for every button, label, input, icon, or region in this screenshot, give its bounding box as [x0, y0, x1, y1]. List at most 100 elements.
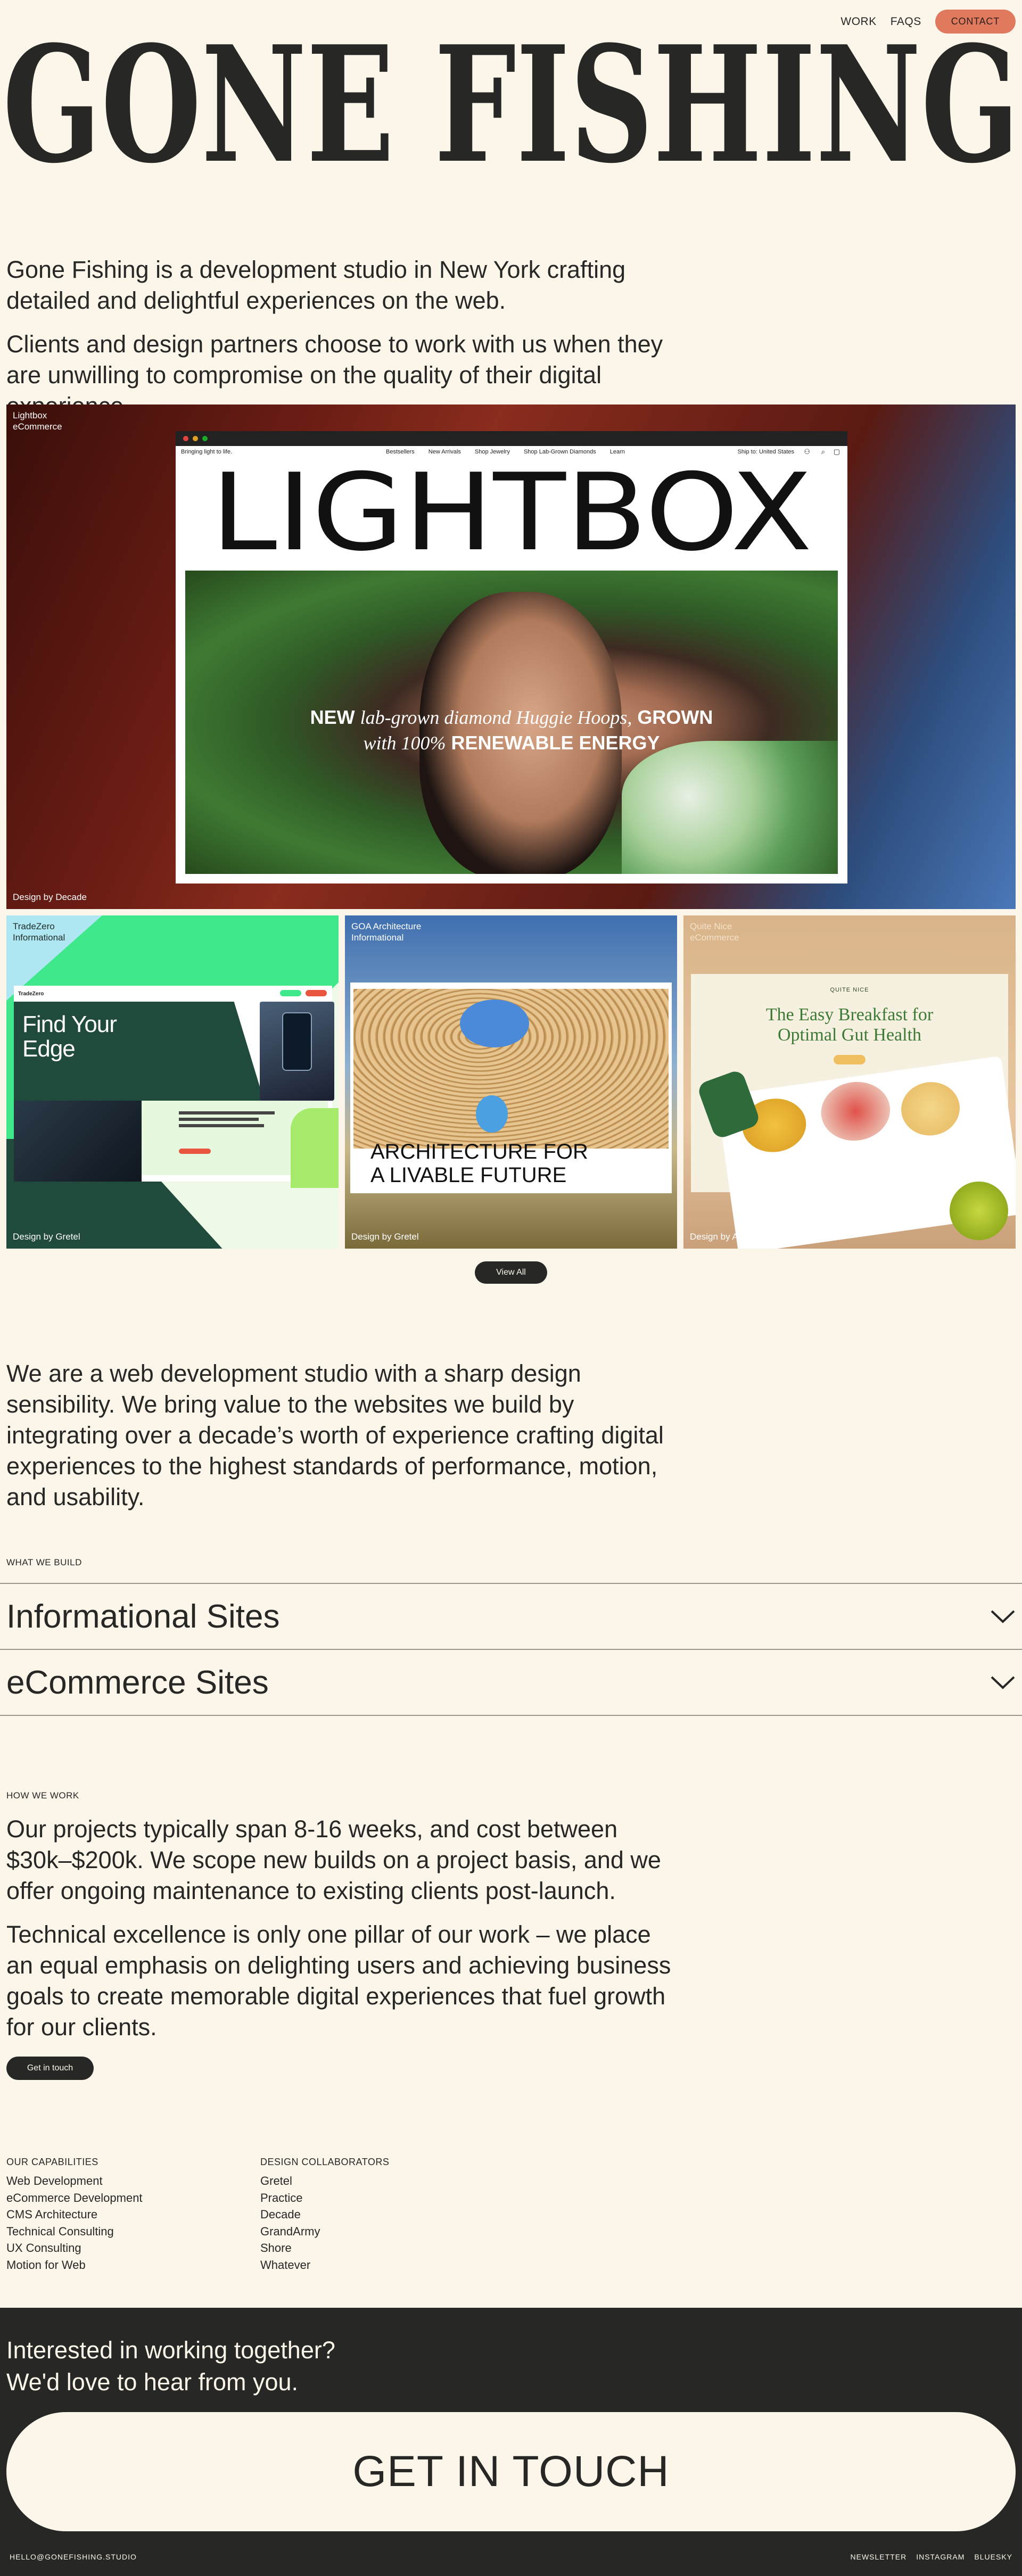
footer: Interested in working together? We'd lov… [0, 2308, 1022, 2576]
project-card-tradezero[interactable]: TradeZero Informational TradeZero Find Y… [6, 915, 339, 1249]
list-item[interactable]: Gretel [260, 2173, 320, 2190]
maximize-dot-icon [202, 436, 208, 441]
hero-image: NEW lab-grown diamond Huggie Hoops, GROW… [185, 571, 838, 874]
site-nav-link: Learn [609, 449, 625, 455]
project-meta: Lightbox eCommerce [13, 410, 62, 432]
accordion-title: Informational Sites [6, 1598, 280, 1635]
food-bowl [817, 1077, 894, 1145]
account-icon: ⚇ [804, 448, 810, 456]
site-headline: The Easy Breakfast for Optimal Gut Healt… [765, 1005, 934, 1045]
sky-opening [460, 1000, 529, 1047]
site-nav: Bringing light to life. Bestsellers New … [176, 446, 847, 458]
project-type: eCommerce [690, 932, 739, 943]
site-cta [834, 1055, 866, 1064]
site-headline: ARCHITECTURE FOR A LIVABLE FUTURE [370, 1140, 588, 1187]
list-item[interactable]: GrandArmy [260, 2223, 320, 2240]
list-item: Technical Consulting [6, 2224, 114, 2238]
list-item: eCommerce Development [6, 2191, 143, 2205]
site-nav-link: Shop Jewelry [474, 449, 510, 455]
text-line [179, 1118, 259, 1121]
project-meta: Quite Nice eCommerce [690, 921, 739, 943]
text-line [179, 1111, 275, 1114]
food-bowl [897, 1078, 963, 1140]
phone-photo [260, 1002, 334, 1101]
project-type: Informational [351, 932, 404, 943]
brand-title: GONE FISHING [3, 21, 1019, 181]
site-tagline: Bringing light to life. [181, 449, 232, 455]
project-type: Informational [13, 932, 65, 943]
site-brand: TradeZero [18, 991, 44, 997]
list-item: Motion for Web [6, 2258, 86, 2272]
accordion-ecommerce-sites[interactable]: eCommerce Sites [0, 1649, 1022, 1716]
project-credit: Design by Gretel [351, 1232, 419, 1242]
list-item: Web Development [6, 2174, 103, 2187]
footer-links: NEWSLETTER INSTAGRAM BLUESKY [851, 2553, 1012, 2561]
bluesky-link[interactable]: BLUESKY [974, 2553, 1012, 2561]
site-nav-link: Shop Lab-Grown Diamonds [523, 449, 596, 455]
instagram-link[interactable]: INSTAGRAM [916, 2553, 965, 2561]
list-item[interactable]: Shore [260, 2240, 320, 2257]
capabilities-list: Web Development eCommerce Development CM… [6, 2173, 143, 2273]
accordion-title: eCommerce Sites [6, 1664, 269, 1701]
project-meta: TradeZero Informational [13, 921, 65, 943]
capabilities-label: OUR CAPABILITIES [6, 2157, 98, 2167]
text-line [179, 1124, 264, 1127]
decor-shape [291, 1108, 339, 1188]
accordion-informational-sites[interactable]: Informational Sites [0, 1583, 1022, 1649]
site-nav-link: New Arrivals [428, 449, 461, 455]
email-link[interactable]: HELLO@GONEFISHING.STUDIO [10, 2553, 137, 2561]
project-credit: Design by Auda Brenner [690, 1232, 788, 1242]
hero-word: NEW [310, 706, 355, 728]
chevron-down-icon [991, 1676, 1015, 1689]
list-item[interactable]: Decade [260, 2206, 320, 2223]
minimize-dot-icon [193, 436, 198, 441]
footer-heading: Interested in working together? We'd lov… [6, 2334, 335, 2398]
hero-word: with 100% [363, 732, 446, 754]
site-cta [179, 1149, 211, 1154]
site-logo-text: LIGHTBOX [211, 459, 812, 560]
chevron-down-icon [991, 1610, 1015, 1623]
site-logo: LIGHTBOX [211, 459, 812, 560]
site-cta [280, 990, 301, 996]
how-we-work-paragraph-2: Technical excellence is only one pillar … [6, 1921, 671, 2041]
intro-paragraph-1: Gone Fishing is a development studio in … [6, 256, 626, 314]
project-card-goa[interactable]: GOA Architecture Informational ARCHITECT… [345, 915, 677, 1249]
list-item[interactable]: Whatever [260, 2257, 320, 2274]
brand-wordmark[interactable]: GONE FISHING [0, 21, 1022, 181]
hero-word: lab-grown diamond Huggie Hoops, [360, 707, 632, 728]
how-we-work-label: HOW WE WORK [6, 1790, 79, 1801]
glass [950, 1182, 1008, 1240]
collaborators-list: Gretel Practice Decade GrandArmy Shore W… [260, 2173, 320, 2273]
architecture-image [353, 989, 669, 1149]
site-cta [306, 990, 327, 996]
project-credit: Design by Decade [13, 892, 87, 902]
site-brand: QUITE NICE [830, 987, 869, 993]
desk-photo [14, 1101, 142, 1182]
project-card-lightbox[interactable]: Lightbox eCommerce Bringing light to lif… [6, 404, 1016, 909]
get-in-touch-button[interactable]: Get in touch [6, 2057, 94, 2080]
sky-opening [476, 1095, 508, 1133]
footer-line: We'd love to hear from you. [6, 2368, 299, 2396]
close-dot-icon [183, 436, 188, 441]
get-in-touch-cta[interactable]: GET IN TOUCH [6, 2412, 1016, 2531]
search-icon: ⌕ [821, 448, 825, 456]
project-credit: Design by Gretel [13, 1232, 80, 1242]
what-we-build-label: WHAT WE BUILD [6, 1557, 82, 1567]
browser-mockup: ARCHITECTURE FOR A LIVABLE FUTURE [350, 982, 672, 1193]
project-type: eCommerce [13, 422, 62, 432]
browser-mockup: TradeZero Find Your Edge [14, 986, 339, 1188]
browser-chrome [176, 431, 847, 446]
about-paragraph: We are a web development studio with a s… [6, 1360, 664, 1510]
project-name: Quite Nice [690, 921, 732, 931]
browser-mockup: Bringing light to life. Bestsellers New … [176, 431, 847, 884]
site-nav-link: Bestsellers [386, 449, 415, 455]
list-item: CMS Architecture [6, 2208, 98, 2221]
list-item[interactable]: Practice [260, 2190, 320, 2207]
hero-word: RENEWABLE ENERGY [451, 732, 660, 754]
newsletter-link[interactable]: NEWSLETTER [851, 2553, 907, 2561]
site-ship-to: Ship to: United States [737, 449, 794, 455]
site-headline: Find Your Edge [22, 1011, 117, 1062]
project-name: GOA Architecture [351, 921, 422, 931]
view-all-button[interactable]: View All [475, 1261, 547, 1284]
project-card-quitenice[interactable]: Quite Nice eCommerce QUITE NICE The Easy… [683, 915, 1016, 1249]
